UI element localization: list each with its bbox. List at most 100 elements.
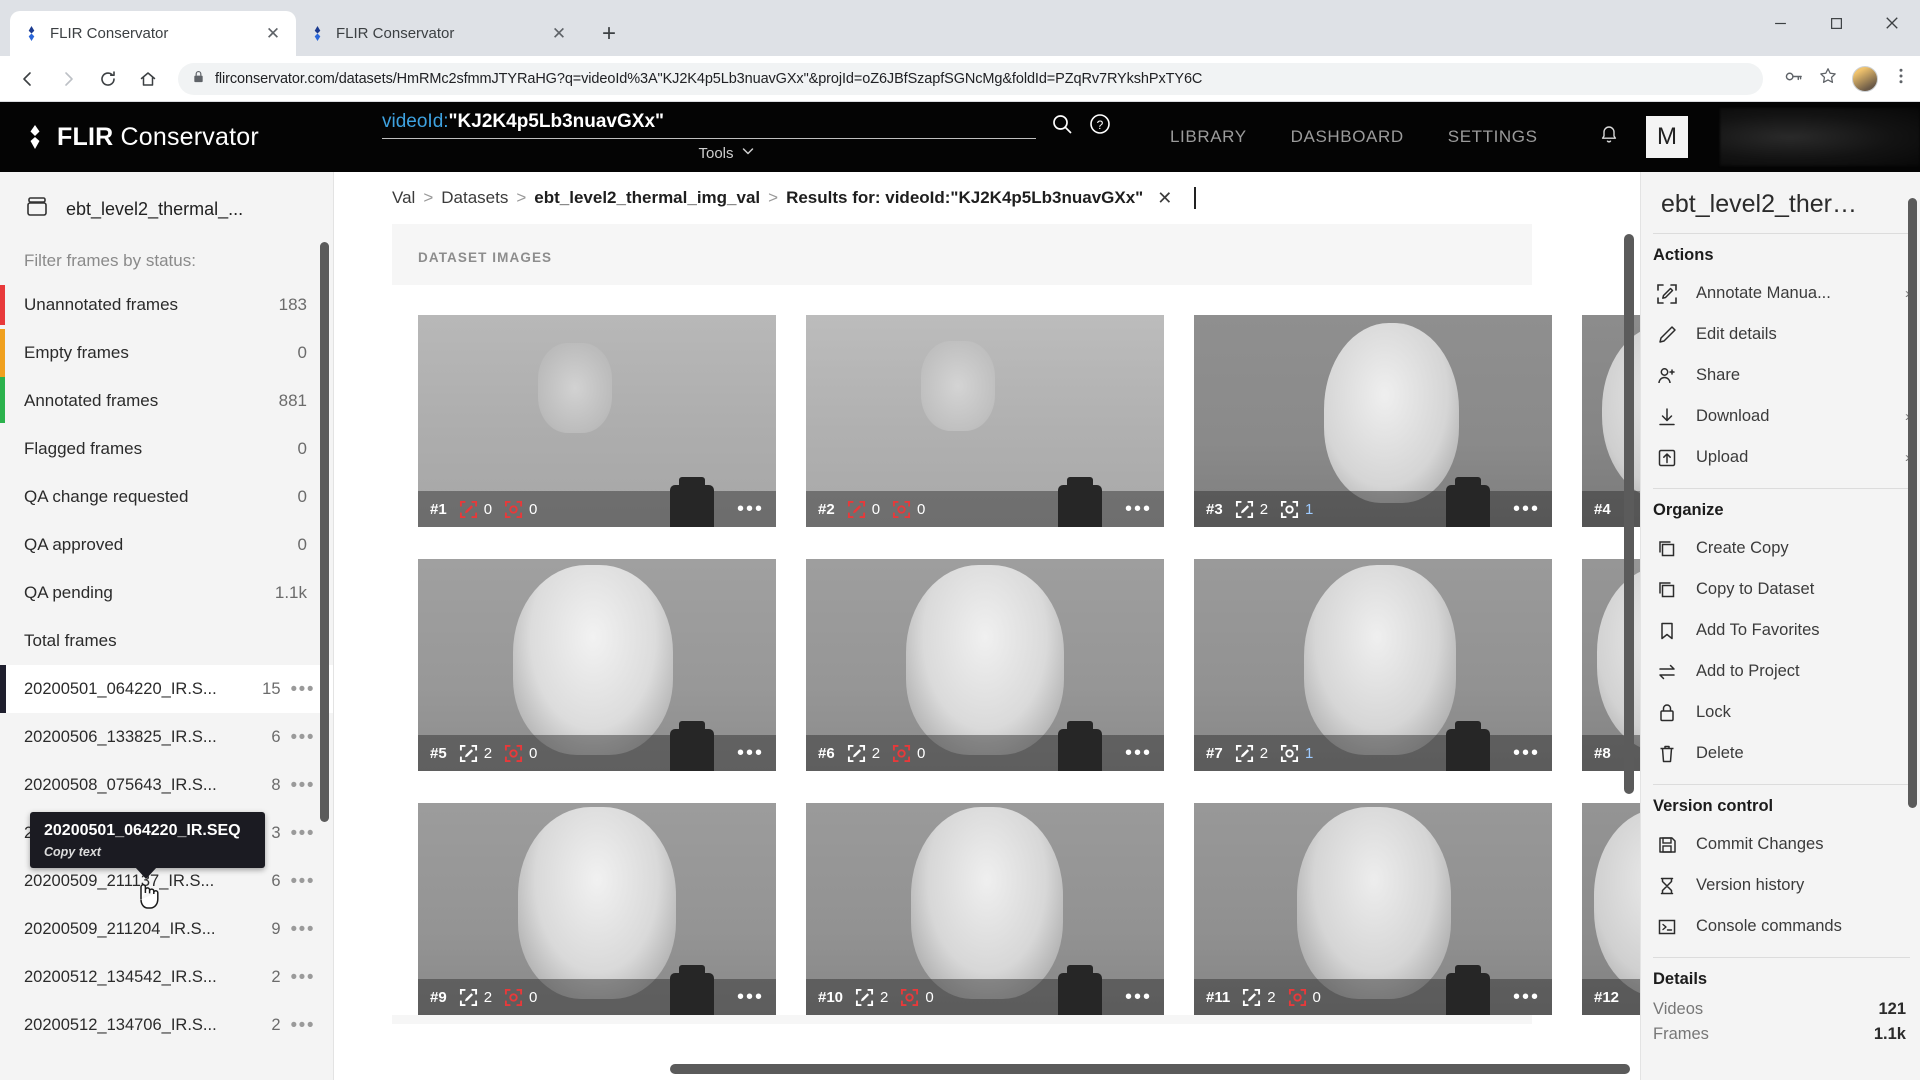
row-overflow-icon[interactable]: ••• [291, 776, 315, 795]
action-share[interactable]: Share [1645, 355, 1920, 396]
image-card[interactable]: #11 2 0 ••• [1194, 803, 1552, 1015]
status-row-empty[interactable]: Empty frames 0 [0, 329, 333, 377]
detection-icon [504, 744, 523, 762]
annotation-stat: 2 [847, 744, 880, 763]
card-overflow-icon[interactable]: ••• [1125, 499, 1152, 519]
new-tab-button[interactable]: + [592, 17, 626, 51]
action-create-copy[interactable]: Create Copy [1645, 528, 1920, 569]
browser-tab-1[interactable]: FLIR Conservator ✕ [10, 11, 296, 56]
action-console-commands[interactable]: Console commands [1645, 906, 1920, 947]
breadcrumb-item-dataset[interactable]: ebt_level2_thermal_img_val [534, 188, 760, 208]
action-annotate-manually[interactable]: Annotate Manua... › [1645, 273, 1920, 314]
image-card[interactable]: #2 0 0 ••• [806, 315, 1164, 527]
status-row-qa-approved[interactable]: QA approved 0 [0, 521, 333, 569]
image-card[interactable]: #12 [1582, 803, 1640, 1015]
card-overflow-icon[interactable]: ••• [737, 987, 764, 1007]
user-avatar[interactable]: M [1646, 116, 1688, 158]
action-add-to-favorites[interactable]: Add To Favorites [1645, 610, 1920, 651]
row-overflow-icon[interactable]: ••• [291, 920, 315, 939]
card-overflow-icon[interactable]: ••• [1125, 743, 1152, 763]
list-item[interactable]: 20200501_064220_IR.S... 15 ••• [0, 665, 333, 713]
card-overflow-icon[interactable]: ••• [737, 499, 764, 519]
browser-profile-avatar[interactable] [1852, 65, 1878, 92]
browser-tab-2[interactable]: FLIR Conservator ✕ [296, 11, 582, 56]
action-delete[interactable]: Delete [1645, 733, 1920, 774]
list-item[interactable]: 20200506_133825_IR.S... 6 ••• [0, 713, 333, 761]
gallery-horizontal-scrollbar[interactable] [670, 1064, 1630, 1074]
back-icon[interactable] [10, 61, 46, 97]
card-overflow-icon[interactable]: ••• [1513, 987, 1540, 1007]
status-count: 1.1k [274, 583, 307, 602]
status-row-unannotated[interactable]: Unannotated frames 183 [0, 281, 333, 329]
dataset-header[interactable]: ebt_level2_thermal_... [0, 172, 333, 245]
breadcrumb-item-val[interactable]: Val [392, 188, 415, 208]
status-row-qa-change-requested[interactable]: QA change requested 0 [0, 473, 333, 521]
clear-search-icon[interactable]: ✕ [1157, 188, 1172, 209]
gallery-vertical-scrollbar[interactable] [1624, 234, 1634, 794]
status-row-flagged[interactable]: Flagged frames 0 [0, 425, 333, 473]
status-row-qa-pending[interactable]: QA pending 1.1k [0, 569, 333, 617]
search-input[interactable]: videoId:"KJ2K4p5Lb3nuavGXx" [382, 111, 1036, 139]
action-upload[interactable]: Upload › [1645, 437, 1920, 478]
annotate-icon [459, 744, 477, 762]
reload-icon[interactable] [90, 61, 126, 97]
list-item[interactable]: 20200512_134706_IR.S... 2 ••• [0, 1001, 333, 1049]
action-commit-changes[interactable]: Commit Changes [1645, 824, 1920, 865]
card-overflow-icon[interactable]: ••• [737, 743, 764, 763]
image-card[interactable]: #7 2 1 ••• [1194, 559, 1552, 771]
row-overflow-icon[interactable]: ••• [291, 872, 315, 891]
action-version-history[interactable]: Version history [1645, 865, 1920, 906]
search-icon[interactable] [1050, 112, 1074, 139]
image-card[interactable]: #5 2 0 ••• [418, 559, 776, 771]
sidebar-scrollbar[interactable] [320, 242, 329, 822]
list-item[interactable]: 20200508_075643_IR.S... 8 ••• [0, 761, 333, 809]
image-card[interactable]: #10 2 0 ••• [806, 803, 1164, 1015]
action-add-to-project[interactable]: Add to Project [1645, 651, 1920, 692]
card-overflow-icon[interactable]: ••• [1125, 987, 1152, 1007]
action-copy-to-dataset[interactable]: Copy to Dataset [1645, 569, 1920, 610]
minimize-icon[interactable] [1752, 0, 1808, 46]
tab-close-icon[interactable]: ✕ [548, 23, 570, 45]
image-card[interactable]: #1 0 0 ••• [418, 315, 776, 527]
nav-dashboard[interactable]: DASHBOARD [1291, 127, 1404, 147]
image-card[interactable]: #9 2 0 ••• [418, 803, 776, 1015]
video-count: 2 [271, 967, 281, 986]
maximize-icon[interactable] [1808, 0, 1864, 46]
nav-library[interactable]: LIBRARY [1170, 127, 1247, 147]
home-icon[interactable] [130, 61, 166, 97]
video-name: 20200512_134542_IR.S... [24, 967, 217, 986]
close-window-icon[interactable] [1864, 0, 1920, 46]
card-footer: #11 2 0 ••• [1194, 979, 1552, 1015]
image-card[interactable]: #6 2 0 ••• [806, 559, 1164, 771]
notification-bell-icon[interactable] [1598, 124, 1620, 151]
url-input[interactable]: flirconservator.com/datasets/HmRMc2sfmmJ… [178, 62, 1763, 95]
tab-close-icon[interactable]: ✕ [262, 23, 284, 45]
card-overflow-icon[interactable]: ••• [1513, 743, 1540, 763]
row-overflow-icon[interactable]: ••• [291, 968, 315, 987]
help-icon[interactable]: ? [1088, 112, 1112, 139]
nav-settings[interactable]: SETTINGS [1448, 127, 1538, 147]
list-item[interactable]: 20200509_211204_IR.S... 9 ••• [0, 905, 333, 953]
row-overflow-icon[interactable]: ••• [291, 680, 315, 699]
tools-dropdown[interactable]: Tools [382, 143, 1072, 164]
detection-count: 0 [529, 500, 538, 518]
action-download[interactable]: Download › [1645, 396, 1920, 437]
card-overflow-icon[interactable]: ••• [1513, 499, 1540, 519]
action-edit-details[interactable]: Edit details [1645, 314, 1920, 355]
password-key-icon[interactable] [1783, 66, 1804, 92]
status-row-total[interactable]: Total frames [0, 617, 333, 665]
action-lock[interactable]: Lock [1645, 692, 1920, 733]
row-overflow-icon[interactable]: ••• [291, 728, 315, 747]
forward-icon[interactable] [50, 61, 86, 97]
row-overflow-icon[interactable]: ••• [291, 824, 315, 843]
browser-menu-icon[interactable] [1892, 67, 1910, 90]
list-item[interactable]: 20200512_134542_IR.S... 2 ••• [0, 953, 333, 1001]
image-card[interactable]: #3 2 1 ••• [1194, 315, 1552, 527]
app-logo[interactable]: FLIR Conservator [22, 123, 382, 152]
bookmark-star-icon[interactable] [1818, 66, 1838, 91]
action-label: Annotate Manua... [1696, 284, 1831, 302]
breadcrumb-item-datasets[interactable]: Datasets [441, 188, 508, 208]
right-panel-scrollbar[interactable] [1908, 198, 1917, 808]
status-row-annotated[interactable]: Annotated frames 881 [0, 377, 333, 425]
row-overflow-icon[interactable]: ••• [291, 1016, 315, 1035]
